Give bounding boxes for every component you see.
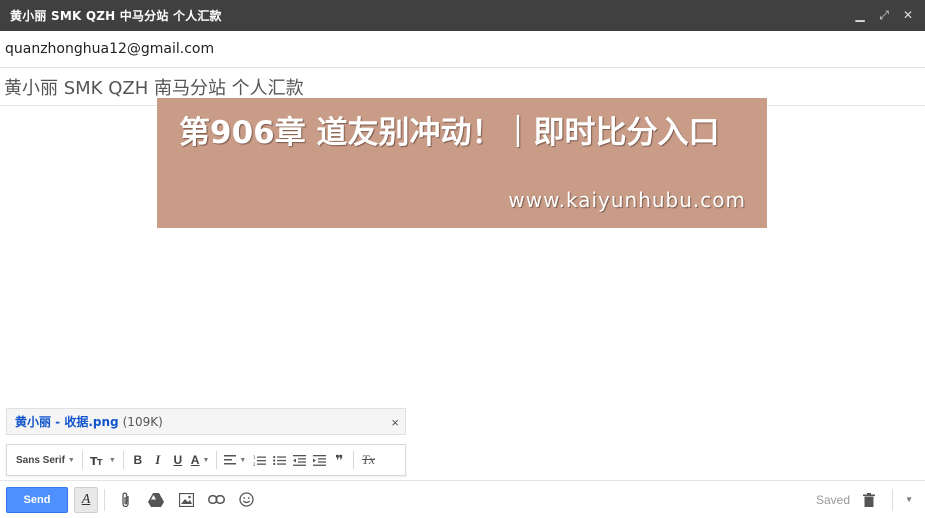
- attachment-chip[interactable]: 黄小丽 - 收据.png (109K) ×: [6, 408, 406, 435]
- discard-draft-button[interactable]: [863, 487, 875, 512]
- formatting-toolbar: Sans Serif ▼ TT ▼ B I U A ▼ ▼ 12 ❞ Tx: [6, 444, 406, 476]
- font-family-value: Sans Serif: [16, 454, 65, 466]
- insert-drive-button[interactable]: [143, 487, 169, 513]
- footer-divider: [104, 488, 105, 511]
- formatting-options-button[interactable]: A: [74, 486, 98, 513]
- indent-more-icon: [312, 454, 326, 466]
- toolbar-divider: [81, 451, 83, 469]
- svg-text:1: 1: [253, 455, 256, 460]
- font-family-select[interactable]: Sans Serif ▼: [13, 448, 78, 472]
- overlay-banner: 第906章 道友别冲动！｜即时比分入口 www.kaiyunhubu.com: [157, 98, 767, 228]
- link-icon: [207, 495, 225, 504]
- overlay-title: 第906章 道友别冲动！｜即时比分入口: [179, 115, 720, 151]
- numbered-list-icon: 12: [253, 455, 266, 466]
- saved-status: Saved: [815, 493, 850, 507]
- expand-icon[interactable]: ⤢: [877, 0, 891, 31]
- italic-button[interactable]: I: [148, 448, 168, 472]
- emoji-icon: [238, 492, 254, 507]
- footer-divider: [892, 489, 893, 511]
- text-color-icon: A: [190, 453, 200, 467]
- close-icon[interactable]: ✕: [901, 0, 915, 31]
- attachment-name[interactable]: 黄小丽 - 收据.png: [15, 413, 119, 430]
- remove-attachment-icon[interactable]: ×: [391, 409, 399, 436]
- size-icon: TT: [90, 455, 103, 466]
- align-left-icon: [224, 455, 237, 465]
- bulleted-list-icon: [272, 455, 286, 465]
- chevron-down-icon: ▼: [905, 495, 913, 504]
- compose-footer: Send A Saved ▼: [0, 480, 925, 518]
- minimize-icon[interactable]: ▁: [853, 0, 867, 31]
- insert-link-button[interactable]: [203, 487, 229, 513]
- insert-emoji-button[interactable]: [233, 487, 259, 513]
- photo-icon: [178, 492, 194, 507]
- recipients-field[interactable]: quanzhonghua12@gmail.com: [0, 31, 925, 68]
- insert-photo-button[interactable]: [173, 487, 199, 513]
- underline-button[interactable]: U: [168, 448, 188, 472]
- subject-text: 黄小丽 SMK QZH 南马分站 个人汇款: [4, 77, 304, 99]
- toolbar-divider: [216, 451, 218, 469]
- remove-formatting-icon: Tx: [361, 452, 375, 467]
- align-button[interactable]: ▼: [221, 448, 249, 472]
- toolbar-divider: [353, 451, 355, 469]
- chevron-down-icon: ▼: [108, 456, 116, 464]
- bulleted-list-button[interactable]: [269, 448, 289, 472]
- indent-less-icon: [292, 454, 306, 466]
- trash-icon: [863, 493, 875, 507]
- font-size-select[interactable]: TT ▼: [87, 448, 119, 472]
- indent-less-button[interactable]: [289, 448, 309, 472]
- toolbar-divider: [122, 451, 124, 469]
- paperclip-icon: [122, 492, 129, 507]
- drive-icon: [148, 492, 164, 507]
- window-controls: ▁ ⤢ ✕: [853, 0, 915, 31]
- bold-button[interactable]: B: [128, 448, 148, 472]
- window-title: 黄小丽 SMK QZH 中马分站 个人汇款: [10, 9, 222, 23]
- overlay-url: www.kaiyunhubu.com: [508, 188, 746, 212]
- chevron-down-icon: ▼: [239, 456, 247, 464]
- svg-text:2: 2: [253, 462, 256, 466]
- chevron-down-icon: ▼: [202, 456, 210, 464]
- quote-button[interactable]: ❞: [329, 448, 349, 472]
- attachment-size: (109K): [122, 414, 163, 429]
- more-options-button[interactable]: ▼: [905, 487, 913, 513]
- compose-titlebar[interactable]: 黄小丽 SMK QZH 中马分站 个人汇款 ▁ ⤢ ✕: [0, 0, 925, 31]
- chevron-down-icon: ▼: [67, 456, 75, 464]
- remove-formatting-button[interactable]: Tx: [358, 448, 378, 472]
- recipient-address: quanzhonghua12@gmail.com: [5, 41, 215, 57]
- quote-icon: ❞: [335, 452, 344, 468]
- text-color-button[interactable]: A ▼: [188, 448, 213, 472]
- indent-more-button[interactable]: [309, 448, 329, 472]
- svg-text:T: T: [97, 458, 103, 466]
- send-button[interactable]: Send: [6, 486, 68, 513]
- attach-files-button[interactable]: [113, 487, 139, 513]
- numbered-list-button[interactable]: 12: [249, 448, 269, 472]
